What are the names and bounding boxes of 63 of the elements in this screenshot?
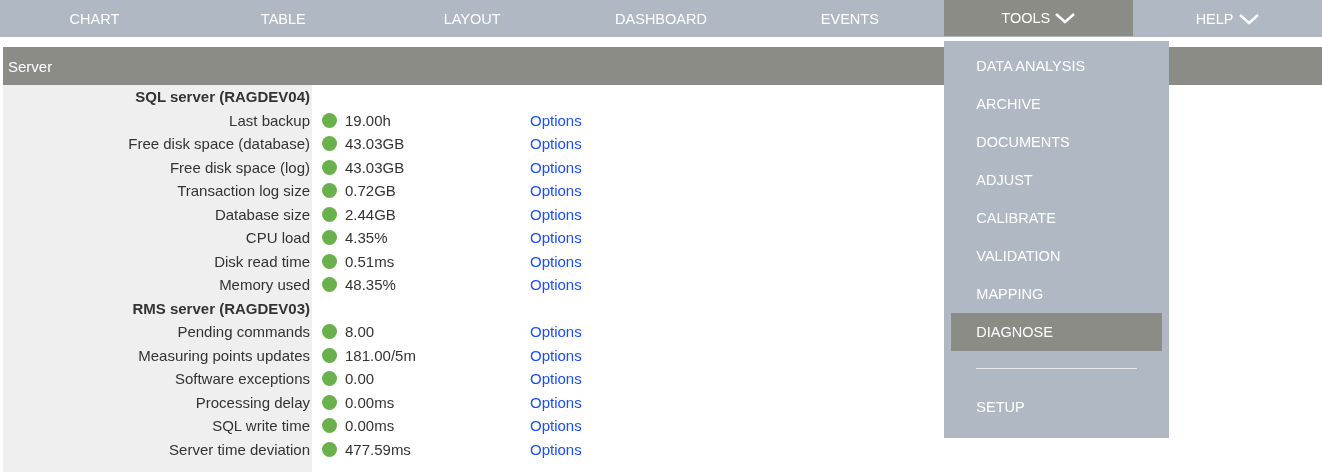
options-link[interactable]: Options <box>530 182 582 200</box>
metric-value: 2.44GB <box>345 205 396 223</box>
menu-item[interactable]: DIAGNOSE <box>951 313 1163 351</box>
group-heading: RMS server (RAGDEV03) <box>132 299 310 317</box>
metric-value: 0.51ms <box>345 252 395 270</box>
options-link[interactable]: Options <box>530 323 582 341</box>
metric-value: 43.03GB <box>345 135 405 153</box>
metric-label: Processing delay <box>195 393 310 411</box>
menu-item[interactable]: VALIDATION <box>951 237 1163 275</box>
metric-value: 4.35% <box>345 229 388 247</box>
metric-value: 19.00h <box>345 111 391 129</box>
metric-value: 0.00ms <box>345 417 395 435</box>
metric-value: 0.72GB <box>345 182 396 200</box>
menu-item[interactable]: CALIBRATE <box>951 199 1163 237</box>
options-link[interactable]: Options <box>530 111 582 129</box>
menu-item[interactable]: DOCUMENTS <box>951 123 1163 161</box>
options-link[interactable]: Options <box>530 229 582 247</box>
metric-label: Server time deviation <box>169 440 310 458</box>
options-link[interactable]: Options <box>530 135 582 153</box>
options-link[interactable]: Options <box>530 205 582 223</box>
metric-label: CPU load <box>245 229 310 247</box>
metric-value: 0.00 <box>345 370 375 388</box>
metric-label: Software exceptions <box>174 370 310 388</box>
nav-tab[interactable]: LAYOUT <box>377 0 567 37</box>
metric-value: 0.00ms <box>345 393 395 411</box>
metric-value: 477.59ms <box>345 440 411 458</box>
options-link[interactable]: Options <box>530 346 582 364</box>
menu-item[interactable]: MAPPING <box>951 275 1163 313</box>
options-link[interactable]: Options <box>530 370 582 388</box>
metric-label: Memory used <box>219 276 310 294</box>
options-link[interactable]: Options <box>530 440 582 458</box>
metric-label: Measuring points updates <box>138 346 310 364</box>
metric-value: 48.35% <box>345 276 396 294</box>
metric-label: Transaction log size <box>177 182 310 200</box>
options-link[interactable]: Options <box>530 158 582 176</box>
menu-item[interactable]: SETUP <box>951 388 1163 426</box>
panel-title: Server <box>8 57 53 75</box>
metric-label: Database size <box>214 205 310 223</box>
nav-tab[interactable]: TABLE <box>188 0 378 37</box>
metric-value: 43.03GB <box>345 158 405 176</box>
options-link[interactable]: Options <box>530 276 582 294</box>
metric-value: 8.00 <box>345 323 375 341</box>
menu-item[interactable]: ARCHIVE <box>951 85 1163 123</box>
metric-label: Free disk space (log) <box>169 158 310 176</box>
nav-tab[interactable]: HELP <box>1133 0 1322 37</box>
nav-tab[interactable]: EVENTS <box>755 0 945 37</box>
metric-label: Disk read time <box>214 252 310 270</box>
options-link[interactable]: Options <box>530 393 582 411</box>
metric-label: Last backup <box>229 111 310 129</box>
chevron-down-icon <box>1237 12 1260 25</box>
group-heading: SQL server (RAGDEV04) <box>135 88 310 106</box>
options-link[interactable]: Options <box>530 252 582 270</box>
menu-item[interactable]: DATA ANALYSIS <box>951 47 1163 85</box>
metric-label: Free disk space (database) <box>128 135 310 153</box>
options-link[interactable]: Options <box>530 417 582 435</box>
chevron-down-icon <box>1054 12 1077 24</box>
metric-label: Pending commands <box>177 323 310 341</box>
menu-item[interactable]: ADJUST <box>951 161 1163 199</box>
metric-label: SQL write time <box>212 417 310 435</box>
metric-value: 181.00/5m <box>345 346 416 364</box>
nav-tab[interactable]: DASHBOARD <box>566 0 756 37</box>
nav-tab[interactable]: CHART <box>0 0 189 37</box>
nav-tab[interactable]: TOOLS <box>944 0 1134 36</box>
